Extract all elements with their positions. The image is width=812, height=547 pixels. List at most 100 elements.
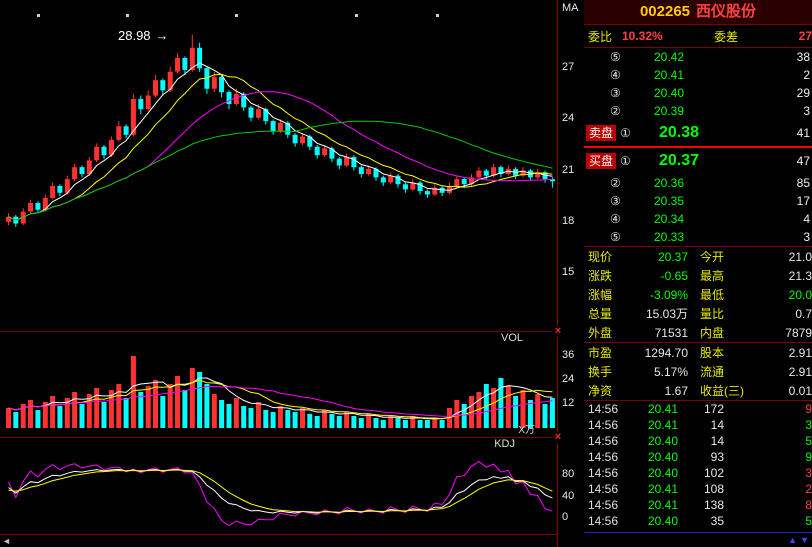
bid-row-4[interactable]: ④ 20.34 4 (584, 210, 812, 228)
ask-level: ② (610, 104, 626, 118)
bid-volume: 17 (700, 194, 812, 208)
tick-price: 20.40 (628, 466, 678, 480)
quote-label: 净资 (588, 382, 624, 399)
stock-name: 西仪股份 (696, 3, 756, 20)
bid1-price: 20.37 (648, 152, 710, 170)
quote-value: 2.91 (750, 365, 812, 379)
ask-price: 20.39 (638, 104, 700, 118)
tick-price: 20.40 (628, 450, 678, 464)
quote-row: 外盘 71531 内盘 7879 (584, 323, 812, 342)
tick-flag: 5 (724, 514, 812, 528)
quote-value: 7879 (750, 326, 812, 340)
quote-summary: 现价 20.37 今开 21.0 涨跌 -0.65 最高 21.3 涨幅 -3.… (584, 247, 812, 343)
tick-row[interactable]: 14:56 20.40 35 5 (584, 513, 812, 529)
scroll-left-icon[interactable]: ◄ (2, 537, 11, 546)
quote-value: 20.37 (624, 250, 688, 264)
ask-volume: 29 (700, 86, 812, 100)
tick-volume: 35 (678, 514, 724, 528)
kline-pane[interactable]: 28.98→ (0, 0, 557, 332)
chart-bottom-strip: ◄ (0, 535, 557, 547)
weibi-value: 10.32% (622, 29, 688, 43)
quote-label: 内盘 (700, 324, 750, 341)
kdj-tick: 80 (562, 468, 574, 480)
tick-flag: 9 (724, 450, 812, 464)
tick-row[interactable]: 14:56 20.41 172 9 (584, 401, 812, 417)
kdj-pane[interactable]: KDJ (0, 438, 557, 535)
ask-row-2[interactable]: ② 20.39 3 (584, 102, 812, 120)
tick-price: 20.41 (628, 418, 678, 432)
quote-row: 换手 5.17% 流通 2.91 (584, 362, 812, 381)
quote-value: -0.65 (624, 269, 688, 283)
bid-row-5[interactable]: ⑤ 20.33 3 (584, 228, 812, 246)
tick-row[interactable]: 14:56 20.41 14 3 (584, 417, 812, 433)
tick-row[interactable]: 14:56 20.40 102 3 (584, 465, 812, 481)
bid-price: 20.36 (638, 176, 700, 190)
quote-value: 20.0 (750, 288, 812, 302)
weibi-label: 委比 (588, 28, 622, 45)
price-tick: 27 (562, 61, 574, 73)
quote-value: 0.01 (750, 384, 812, 398)
ask-price: 20.41 (638, 68, 700, 82)
ask-row-5[interactable]: ⑤ 20.42 38 (584, 48, 812, 66)
quote-value: 2.91 (750, 346, 812, 360)
bid-level: ② (610, 176, 626, 190)
tick-time: 14:56 (588, 482, 628, 496)
quote-label: 今开 (700, 248, 750, 265)
tick-flag: 5 (724, 434, 812, 448)
volume-pane[interactable]: VOL X万 (0, 332, 557, 438)
bid-row-1[interactable]: 买盘 ① 20.37 47 (584, 148, 812, 174)
ask1-price: 20.38 (648, 124, 710, 142)
signal-marker (355, 14, 358, 17)
quote-value: 1.67 (624, 384, 688, 398)
volume-unit-label: X万 (518, 421, 535, 436)
ask-row-4[interactable]: ④ 20.41 2 (584, 66, 812, 84)
order-book: ⑤ 20.42 38 ④ 20.41 2 ③ 20.40 29 ② 20.39 … (584, 48, 812, 247)
quote-row: 净资 1.67 收益(三) 0.01 (584, 381, 812, 400)
ask-volume: 3 (700, 104, 812, 118)
arrow-right-icon: → (156, 28, 169, 43)
signal-marker (37, 14, 40, 17)
quote-label: 总量 (588, 305, 624, 322)
price-tick: 18 (562, 215, 574, 227)
quote-label: 市盈 (588, 344, 624, 361)
quote-label: 收益(三) (700, 382, 750, 399)
tick-volume: 172 (678, 402, 724, 416)
bid-price: 20.33 (638, 230, 700, 244)
price-axis-gutter: MA 27 24 21 18 15 × 36 24 12 × 80 40 0 (558, 0, 584, 547)
quote-label: 换手 (588, 363, 624, 380)
quote-label: 股本 (700, 344, 750, 361)
scroll-down-icon[interactable]: ▼ (800, 536, 809, 545)
tick-volume: 14 (678, 418, 724, 432)
tick-row[interactable]: 14:56 20.40 93 9 (584, 449, 812, 465)
bid-level: ④ (610, 212, 626, 226)
close-kdj-pane-icon[interactable]: × (552, 432, 564, 443)
scroll-up-icon[interactable]: ▲ (788, 536, 797, 545)
fundamentals: 市盈 1294.70 股本 2.91 换手 5.17% 流通 2.91 净资 1… (584, 343, 812, 401)
close-vol-pane-icon[interactable]: × (552, 326, 564, 337)
quote-value: 21.3 (750, 269, 812, 283)
quote-label: 最高 (700, 267, 750, 284)
quote-value: 5.17% (624, 365, 688, 379)
tick-volume: 14 (678, 434, 724, 448)
bid-row-3[interactable]: ③ 20.35 17 (584, 192, 812, 210)
bid-volume: 4 (700, 212, 812, 226)
bid-level: ① (620, 154, 636, 168)
ask-row-1[interactable]: 卖盘 ① 20.38 41 (584, 120, 812, 146)
tick-row[interactable]: 14:56 20.41 108 2 (584, 481, 812, 497)
tick-list[interactable]: 14:56 20.41 172 9 14:56 20.41 14 3 14:56… (584, 401, 812, 529)
volume-tick: 24 (562, 373, 574, 385)
quote-value: 71531 (624, 326, 688, 340)
tick-time: 14:56 (588, 434, 628, 448)
ask-row-3[interactable]: ③ 20.40 29 (584, 84, 812, 102)
tick-scrollbar: ▲ ▼ (584, 532, 812, 547)
volume-tick: 36 (562, 349, 574, 361)
ask-level: ① (620, 126, 636, 140)
quote-label: 流通 (700, 363, 750, 380)
tick-row[interactable]: 14:56 20.40 14 5 (584, 433, 812, 449)
ask1-volume: 41 (710, 126, 812, 140)
quote-value: 15.03万 (624, 305, 688, 322)
bid-row-2[interactable]: ② 20.36 85 (584, 174, 812, 192)
weicha-label: 委差 (714, 28, 748, 45)
tick-row[interactable]: 14:56 20.41 138 8 (584, 497, 812, 513)
kdj-tick: 0 (562, 511, 568, 523)
